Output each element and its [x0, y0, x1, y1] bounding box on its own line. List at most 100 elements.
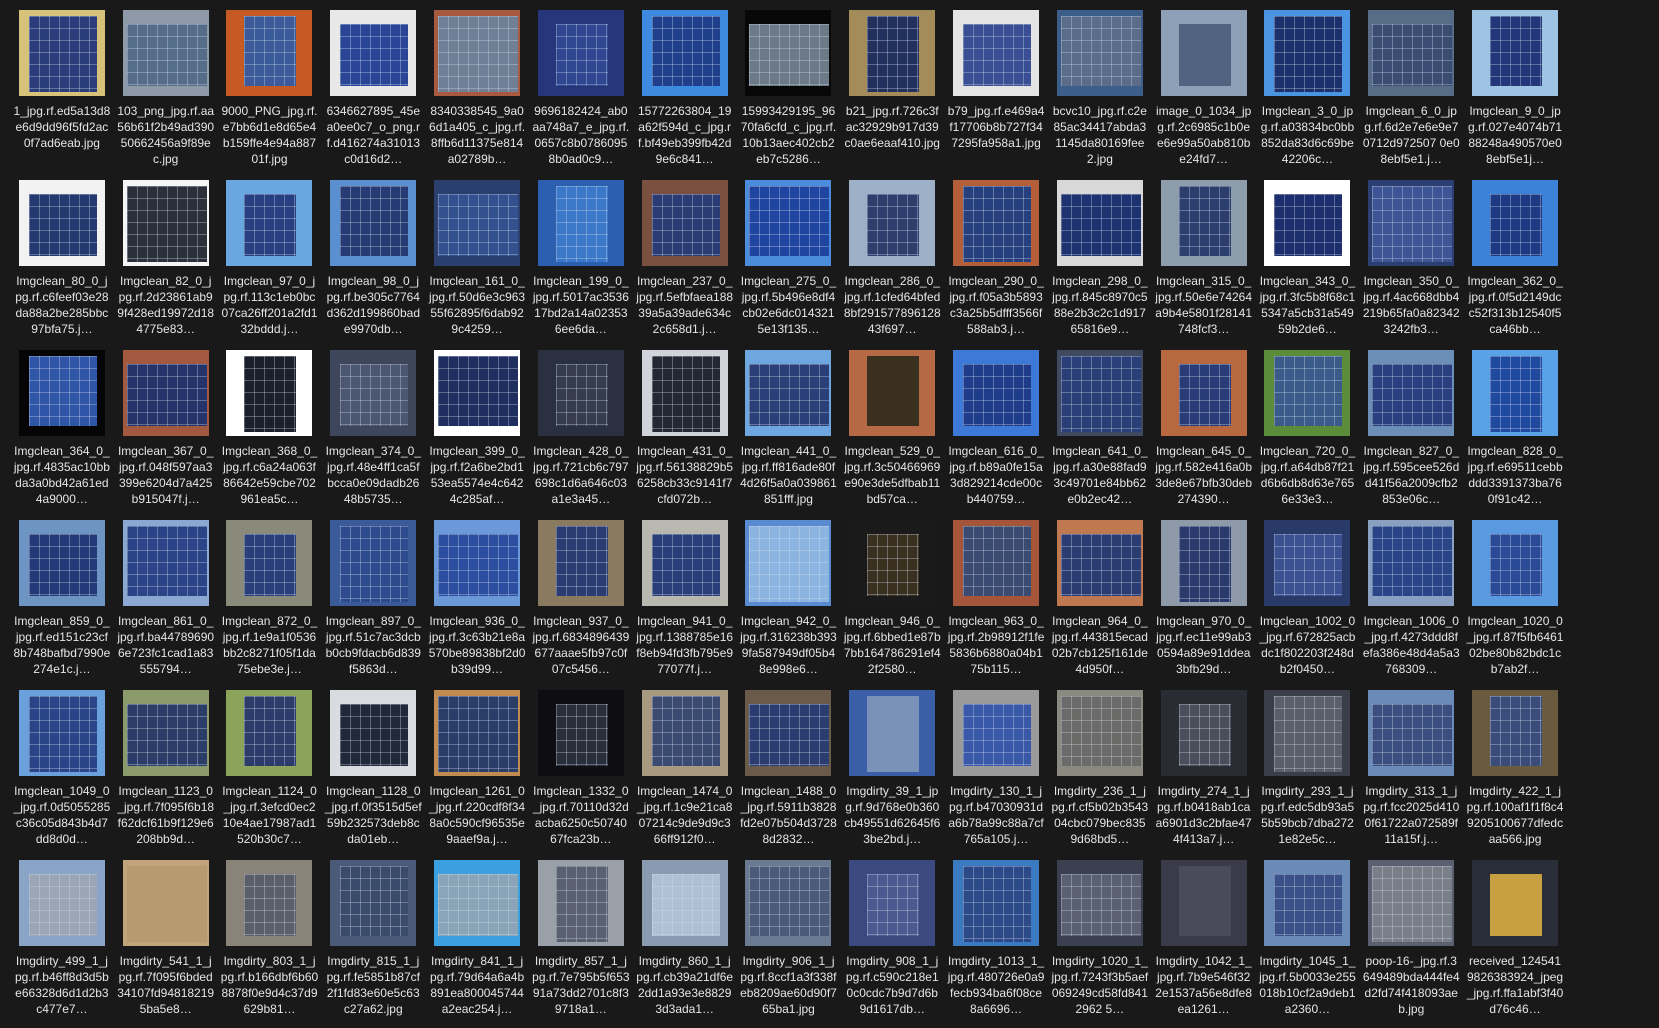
- file-item[interactable]: image_0_1034_jpg.rf.2c6985c1b0ee6e99a50a…: [1152, 8, 1256, 178]
- file-item[interactable]: Imgclean_964_0_jpg.rf.443815ecad02b7cb12…: [1048, 518, 1152, 688]
- file-item[interactable]: Imgclean_98_0_jpg.rf.be305c7764d362d1998…: [321, 178, 425, 348]
- file-item[interactable]: Imgclean_872_0_jpg.rf.1e9a1f0536bb2c8271…: [218, 518, 322, 688]
- file-item[interactable]: Imgclean_374_0_jpg.rf.48e4ff1ca5fbcca0e0…: [321, 348, 425, 518]
- file-item[interactable]: Imgclean_1006_0_jpg.rf.4273ddd8fefa386e4…: [1359, 518, 1463, 688]
- file-thumbnail[interactable]: [1160, 180, 1247, 266]
- file-item[interactable]: Imgdirty_1042_1_jpg.rf.7b9e546f322e1537a…: [1152, 858, 1256, 1028]
- file-item[interactable]: 6346627895_45ea0ee0c7_o_png.rf.d416274a3…: [321, 8, 425, 178]
- file-thumbnail[interactable]: [434, 10, 521, 96]
- file-item[interactable]: Imgclean_82_0_jpg.rf.2d23861ab99f428ed19…: [114, 178, 218, 348]
- file-item[interactable]: Imgclean_428_0_jpg.rf.721cb6c797698c1d6a…: [529, 348, 633, 518]
- file-item[interactable]: Imgdirty_422_1_jpg.rf.100af1f1f8c4920510…: [1463, 688, 1567, 858]
- file-item[interactable]: Imgdirty_236_1_jpg.rf.cf5b02b354304cbc07…: [1048, 688, 1152, 858]
- file-thumbnail[interactable]: [641, 180, 728, 266]
- file-item[interactable]: Imgclean_3_0_jpg.rf.a03834bc0bb852da83d6…: [1256, 8, 1360, 178]
- file-item[interactable]: Imgclean_970_0_jpg.rf.ec11e99ab30594a89e…: [1152, 518, 1256, 688]
- file-item[interactable]: Imgclean_861_0_jpg.rf.ba447896906e723fc1…: [114, 518, 218, 688]
- file-item[interactable]: Imgclean_1020_0_jpg.rf.87f5fb646102be80b…: [1463, 518, 1567, 688]
- file-item[interactable]: Imgdirty_906_1_jpg.rf.8ccf1a3f338feb8209…: [737, 858, 841, 1028]
- file-thumbnail[interactable]: [953, 860, 1040, 946]
- file-item[interactable]: Imgdirty_815_1_jpg.rf.fe5851b87cf2f1fd83…: [321, 858, 425, 1028]
- file-item[interactable]: Imgdirty_1045_1_jpg.rf.5b0033e255018b10c…: [1256, 858, 1360, 1028]
- file-item[interactable]: Imgclean_645_0_jpg.rf.582e416a0b3de8e67b…: [1152, 348, 1256, 518]
- file-thumbnail[interactable]: [18, 180, 105, 266]
- file-thumbnail[interactable]: [1264, 690, 1351, 776]
- file-thumbnail[interactable]: [330, 350, 417, 436]
- file-item[interactable]: Imgdirty_293_1_jpg.rf.edc5db93a55b59bcb7…: [1256, 688, 1360, 858]
- file-item[interactable]: Imgdirty_39_1_jpg.rf.9d768e0b360cb49551d…: [840, 688, 944, 858]
- file-thumbnail[interactable]: [226, 520, 313, 606]
- file-thumbnail[interactable]: [1368, 10, 1455, 96]
- file-thumbnail[interactable]: [1472, 350, 1559, 436]
- file-thumbnail[interactable]: [330, 520, 417, 606]
- file-thumbnail[interactable]: [330, 690, 417, 776]
- file-thumbnail[interactable]: [1368, 350, 1455, 436]
- file-thumbnail[interactable]: [641, 860, 728, 946]
- file-item[interactable]: Imgdirty_313_1_jpg.rf.fcc2025d4100f61722…: [1359, 688, 1463, 858]
- file-thumbnail[interactable]: [745, 860, 832, 946]
- file-item[interactable]: poop-16-_jpg.rf.3649489bda444fe4d2fd74f4…: [1359, 858, 1463, 1028]
- file-thumbnail[interactable]: [641, 350, 728, 436]
- file-item[interactable]: Imgclean_364_0_jpg.rf.4835ac10bbda3a0bd4…: [10, 348, 114, 518]
- file-item[interactable]: 15993429195_9670fa6cfd_c_jpg.rf.10b13aec…: [737, 8, 841, 178]
- file-thumbnail[interactable]: [330, 10, 417, 96]
- file-thumbnail[interactable]: [953, 520, 1040, 606]
- file-thumbnail[interactable]: [953, 350, 1040, 436]
- file-thumbnail[interactable]: [745, 180, 832, 266]
- file-item[interactable]: Imgclean_298_0_jpg.rf.845c8970c588e2b3c2…: [1048, 178, 1152, 348]
- file-item[interactable]: Imgclean_720_0_jpg.rf.a64db87f21d6b6db8d…: [1256, 348, 1360, 518]
- file-thumbnail[interactable]: [1264, 10, 1351, 96]
- file-thumbnail[interactable]: [849, 860, 936, 946]
- file-item[interactable]: Imgclean_368_0_jpg.rf.c6a24a063f86642e59…: [218, 348, 322, 518]
- file-thumbnail[interactable]: [18, 10, 105, 96]
- file-item[interactable]: Imgclean_80_0_jpg.rf.c6feef03e28da88a2be…: [10, 178, 114, 348]
- file-item[interactable]: 8340338545_9a06d1a405_c_jpg.rf.8ffb6d113…: [425, 8, 529, 178]
- file-item[interactable]: Imgdirty_499_1_jpg.rf.b46ff8d3d5be66328d…: [10, 858, 114, 1028]
- file-item[interactable]: Imgclean_362_0_jpg.rf.0f5d2149dcc52f313b…: [1463, 178, 1567, 348]
- file-thumbnail[interactable]: [1160, 350, 1247, 436]
- file-thumbnail[interactable]: [226, 180, 313, 266]
- file-item[interactable]: Imgclean_161_0_jpg.rf.50d6e3c96355f62895…: [425, 178, 529, 348]
- file-thumbnail[interactable]: [1160, 860, 1247, 946]
- file-thumbnail[interactable]: [1056, 860, 1143, 946]
- file-thumbnail[interactable]: [1472, 860, 1559, 946]
- file-thumbnail[interactable]: [1056, 350, 1143, 436]
- file-thumbnail[interactable]: [226, 350, 313, 436]
- file-thumbnail[interactable]: [745, 520, 832, 606]
- file-thumbnail[interactable]: [1264, 180, 1351, 266]
- file-thumbnail[interactable]: [1472, 180, 1559, 266]
- file-thumbnail[interactable]: [1472, 10, 1559, 96]
- file-item[interactable]: Imgdirty_908_1_jpg.rf.c590c218e10c0cdc7b…: [840, 858, 944, 1028]
- file-thumbnail[interactable]: [1056, 180, 1143, 266]
- file-item[interactable]: Imgclean_897_0_jpg.rf.51c7ac3dcbb0cb9fda…: [321, 518, 425, 688]
- file-thumbnail[interactable]: [226, 10, 313, 96]
- file-item[interactable]: Imgclean_1474_0_jpg.rf.1c9e21ca807214c9d…: [633, 688, 737, 858]
- file-item[interactable]: 1_jpg.rf.ed5a13d8e6d9dd96f5fd2ac0f7ad6ea…: [10, 8, 114, 178]
- file-item[interactable]: Imgclean_286_0_jpg.rf.1cfed64bfed8bf2915…: [840, 178, 944, 348]
- file-thumbnail[interactable]: [849, 180, 936, 266]
- file-thumbnail[interactable]: [849, 10, 936, 96]
- file-item[interactable]: Imgclean_946_0_jpg.rf.6bbed1e87b7bb16478…: [840, 518, 944, 688]
- file-item[interactable]: 15772263804_19a62f594d_c_jpg.rf.bf49eb39…: [633, 8, 737, 178]
- file-thumbnail[interactable]: [849, 690, 936, 776]
- file-thumbnail[interactable]: [122, 10, 209, 96]
- file-item[interactable]: received_1245419826383924_jpeg_jpg.rf.ff…: [1463, 858, 1567, 1028]
- file-item[interactable]: Imgclean_350_0_jpg.rf.4ac668dbb4219b65fa…: [1359, 178, 1463, 348]
- file-thumbnail[interactable]: [434, 350, 521, 436]
- file-item[interactable]: 9696182424_ab0aa748a7_e_jpg.rf.0657c8b07…: [529, 8, 633, 178]
- file-thumbnail[interactable]: [122, 180, 209, 266]
- file-item[interactable]: Imgclean_237_0_jpg.rf.5efbfaea18839a5a39…: [633, 178, 737, 348]
- file-item[interactable]: Imgclean_275_0_jpg.rf.5b496e8df4cb02e6dc…: [737, 178, 841, 348]
- file-thumbnail[interactable]: [953, 180, 1040, 266]
- file-item[interactable]: Imgdirty_803_1_jpg.rf.b166dbf6b608878f0e…: [218, 858, 322, 1028]
- file-item[interactable]: Imgclean_343_0_jpg.rf.3fc5b8f68c15347a5c…: [1256, 178, 1360, 348]
- file-thumbnail[interactable]: [434, 520, 521, 606]
- file-item[interactable]: Imgclean_1332_0_jpg.rf.70110d32dacba6250…: [529, 688, 633, 858]
- file-item[interactable]: Imgclean_315_0_jpg.rf.50e6e74264a9b4e580…: [1152, 178, 1256, 348]
- file-thumbnail[interactable]: [953, 10, 1040, 96]
- file-thumbnail[interactable]: [1160, 520, 1247, 606]
- file-thumbnail[interactable]: [1368, 180, 1455, 266]
- file-thumbnail[interactable]: [1472, 520, 1559, 606]
- file-thumbnail[interactable]: [1472, 690, 1559, 776]
- file-item[interactable]: Imgclean_937_0_jpg.rf.6834896439677aaae5…: [529, 518, 633, 688]
